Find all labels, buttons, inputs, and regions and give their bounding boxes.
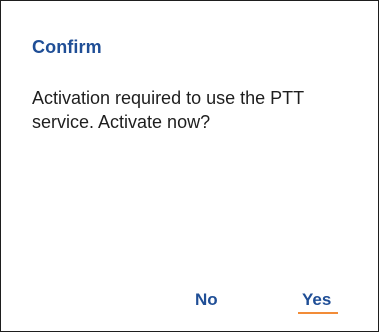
yes-button-focus-indicator [298, 312, 338, 314]
dialog-title: Confirm [32, 37, 102, 57]
confirm-dialog: Confirm Activation required to use the P… [0, 0, 379, 332]
dialog-message: Activation required to use the PTT servi… [32, 88, 304, 132]
no-button[interactable]: No [195, 290, 218, 310]
yes-button[interactable]: Yes [302, 290, 331, 310]
